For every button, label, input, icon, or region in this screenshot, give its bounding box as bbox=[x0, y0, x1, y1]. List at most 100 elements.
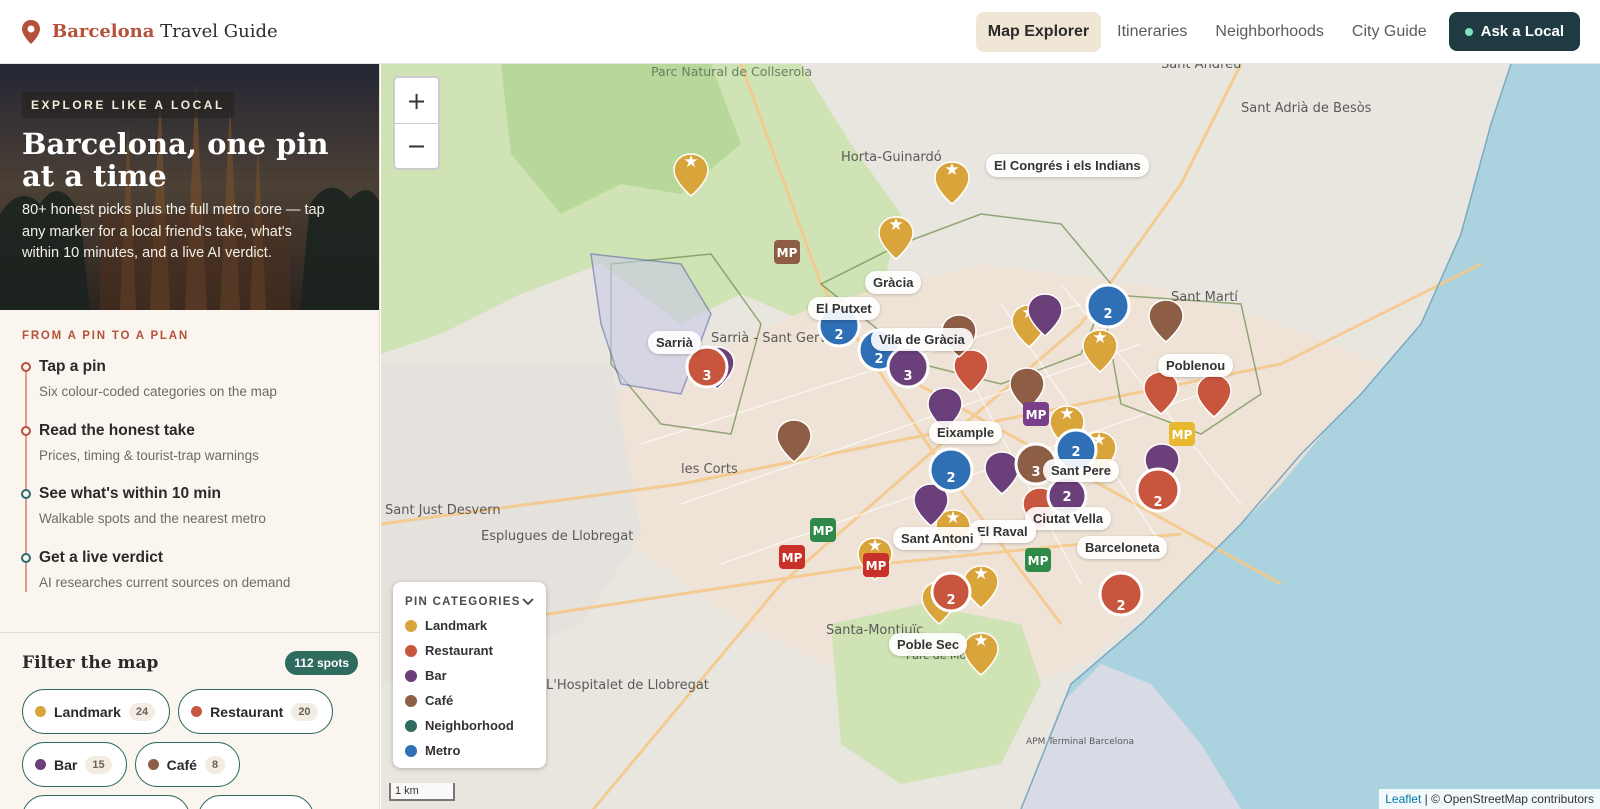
chip-cafe[interactable]: Café 8 bbox=[134, 742, 241, 787]
chip-neighborhood[interactable] bbox=[22, 795, 190, 809]
chip-label: Café bbox=[166, 756, 197, 773]
cluster-count: 2 bbox=[1062, 490, 1071, 505]
category-chips: Landmark 24 Restaurant 20 Bar 15 Café 8 bbox=[22, 689, 358, 809]
map-label-ciutat-vella[interactable]: Ciutat Vella bbox=[1025, 507, 1112, 530]
legend-item-bar: Bar bbox=[405, 668, 534, 683]
map-label-sant-antoni[interactable]: Sant Antoni bbox=[893, 527, 982, 550]
metro-badge-label: MP bbox=[777, 246, 798, 260]
chevron-down-icon[interactable] bbox=[522, 598, 534, 606]
chip-restaurant[interactable]: Restaurant 20 bbox=[178, 689, 333, 734]
zoom-control: + − bbox=[393, 76, 440, 170]
metro-badge-label: MP bbox=[1028, 554, 1049, 568]
map-label-eixample[interactable]: Eixample bbox=[929, 421, 1003, 444]
cafe-pin[interactable] bbox=[1148, 299, 1184, 343]
legend-label: Restaurant bbox=[425, 643, 493, 658]
nav-itineraries[interactable]: Itineraries bbox=[1105, 12, 1199, 52]
cluster-count: 2 bbox=[946, 471, 955, 486]
map-label-vila-de-gracia[interactable]: Vila de Gràcia bbox=[871, 328, 973, 351]
step-subtitle: Prices, timing & tourist-trap warnings bbox=[39, 447, 259, 463]
steps-list: Tap a pin Six colour-coded categories on… bbox=[21, 358, 357, 613]
nav-city-guide[interactable]: City Guide bbox=[1340, 12, 1439, 52]
spots-count-badge: 112 spots bbox=[285, 651, 358, 675]
step-title: Read the honest take bbox=[39, 421, 195, 439]
legend-item-cafe: Café bbox=[405, 693, 534, 708]
map-attribution: Leaflet | © OpenStreetMap contributors bbox=[1379, 789, 1600, 809]
pin-categories-legend: PIN CATEGORIES Landmark Restaurant Bar C… bbox=[393, 582, 546, 768]
ask-a-local-label: Ask a Local bbox=[1480, 23, 1564, 40]
legend-title: PIN CATEGORIES bbox=[405, 596, 521, 608]
metro-badge-label: MP bbox=[866, 559, 887, 573]
step-item: Get a live verdict AI researches current… bbox=[21, 549, 357, 613]
nav-neighborhoods[interactable]: Neighborhoods bbox=[1203, 12, 1336, 52]
bar-pin[interactable] bbox=[984, 451, 1020, 495]
chip-label: Landmark bbox=[54, 703, 121, 720]
cluster-count: 2 bbox=[1153, 495, 1162, 510]
map-label-poblenou[interactable]: Poblenou bbox=[1158, 354, 1234, 377]
map-label-barceloneta[interactable]: Barceloneta bbox=[1077, 536, 1168, 559]
svg-text:★: ★ bbox=[945, 508, 960, 528]
zoom-in-button[interactable]: + bbox=[395, 78, 438, 123]
brand-name: Barcelona Travel Guide bbox=[52, 21, 278, 42]
cluster-count: 2 bbox=[946, 593, 955, 608]
sidebar: EXPLORE LIKE A LOCAL Barcelona, one pin … bbox=[0, 64, 380, 809]
leaflet-link[interactable]: Leaflet bbox=[1385, 792, 1421, 806]
cluster-count: 2 bbox=[834, 328, 843, 343]
legend-label: Bar bbox=[425, 668, 447, 683]
legend-item-metro: Metro bbox=[405, 743, 534, 758]
map-label-sant-pere[interactable]: Sant Pere bbox=[1043, 459, 1119, 482]
step-bullet-icon bbox=[21, 489, 31, 499]
map-label-el-putxet[interactable]: El Putxet bbox=[808, 297, 880, 320]
legend-label: Landmark bbox=[425, 618, 488, 633]
svg-text:★: ★ bbox=[888, 215, 903, 235]
map-view[interactable]: Parc Natural de Collserola Horta-Guinard… bbox=[381, 64, 1600, 809]
restaurant-dot-icon bbox=[405, 644, 417, 657]
chip-landmark[interactable]: Landmark 24 bbox=[22, 689, 171, 734]
chip-count: 24 bbox=[128, 702, 156, 721]
landmark-dot-icon bbox=[405, 619, 417, 632]
map-label-poble-sec[interactable]: Poble Sec bbox=[889, 633, 968, 656]
map-label-gracia[interactable]: Gràcia bbox=[865, 271, 922, 294]
step-bullet-icon bbox=[21, 425, 31, 436]
restaurant-pin[interactable] bbox=[1196, 374, 1232, 418]
brand[interactable]: Barcelona Travel Guide bbox=[20, 19, 278, 45]
metro-badge-label: MP bbox=[782, 551, 803, 565]
map-label-el-congres[interactable]: El Congrés i els Indians bbox=[986, 154, 1149, 177]
cluster-count: 3 bbox=[702, 369, 711, 384]
step-item: Read the honest take Prices, timing & to… bbox=[21, 421, 357, 486]
step-bullet-icon bbox=[21, 552, 31, 563]
map-pin-logo-icon bbox=[22, 19, 40, 44]
cafe-dot-icon bbox=[405, 694, 417, 707]
hero-description: 80+ honest picks plus the full metro cor… bbox=[22, 202, 325, 261]
chip-label: Restaurant bbox=[210, 703, 284, 720]
map-label-sarria[interactable]: Sarrià bbox=[648, 331, 701, 354]
cluster-count: 3 bbox=[903, 369, 912, 384]
cluster-count: 2 bbox=[874, 352, 883, 367]
chip-metro[interactable] bbox=[198, 795, 314, 809]
nav-map-explorer[interactable]: Map Explorer bbox=[975, 11, 1102, 52]
ask-a-local-button[interactable]: Ask a Local bbox=[1448, 12, 1580, 51]
bar-dot-icon bbox=[35, 759, 46, 770]
legend-label: Café bbox=[425, 693, 454, 708]
cluster-count: 2 bbox=[1103, 307, 1112, 322]
metro-dot-icon bbox=[405, 744, 417, 757]
chip-bar[interactable]: Bar 15 bbox=[22, 742, 127, 787]
step-subtitle: AI researches current sources on demand bbox=[39, 574, 291, 590]
metro-badge-label: MP bbox=[1026, 408, 1047, 422]
zoom-out-button[interactable]: − bbox=[395, 123, 438, 168]
main-nav: Map Explorer Itineraries Neighborhoods C… bbox=[975, 11, 1580, 52]
step-bullet-icon bbox=[21, 362, 31, 372]
restaurant-pin[interactable] bbox=[1143, 371, 1179, 415]
hero-title: Barcelona, one pin at a time bbox=[22, 127, 329, 193]
hero-eyebrow: EXPLORE LIKE A LOCAL bbox=[22, 92, 234, 118]
cluster-count: 3 bbox=[1031, 465, 1040, 480]
chip-count: 8 bbox=[204, 755, 226, 774]
cafe-dot-icon bbox=[147, 759, 159, 770]
cluster-count: 2 bbox=[1116, 599, 1125, 614]
cafe-pin[interactable] bbox=[776, 419, 812, 463]
step-item: Tap a pin Six colour-coded categories on… bbox=[21, 358, 357, 422]
svg-text:★: ★ bbox=[1059, 404, 1074, 424]
osm-attribution[interactable]: © OpenStreetMap contributors bbox=[1431, 792, 1594, 806]
hero-banner: EXPLORE LIKE A LOCAL Barcelona, one pin … bbox=[0, 64, 379, 310]
restaurant-dot-icon bbox=[191, 706, 203, 717]
legend-item-neighborhood: Neighborhood bbox=[405, 718, 534, 733]
